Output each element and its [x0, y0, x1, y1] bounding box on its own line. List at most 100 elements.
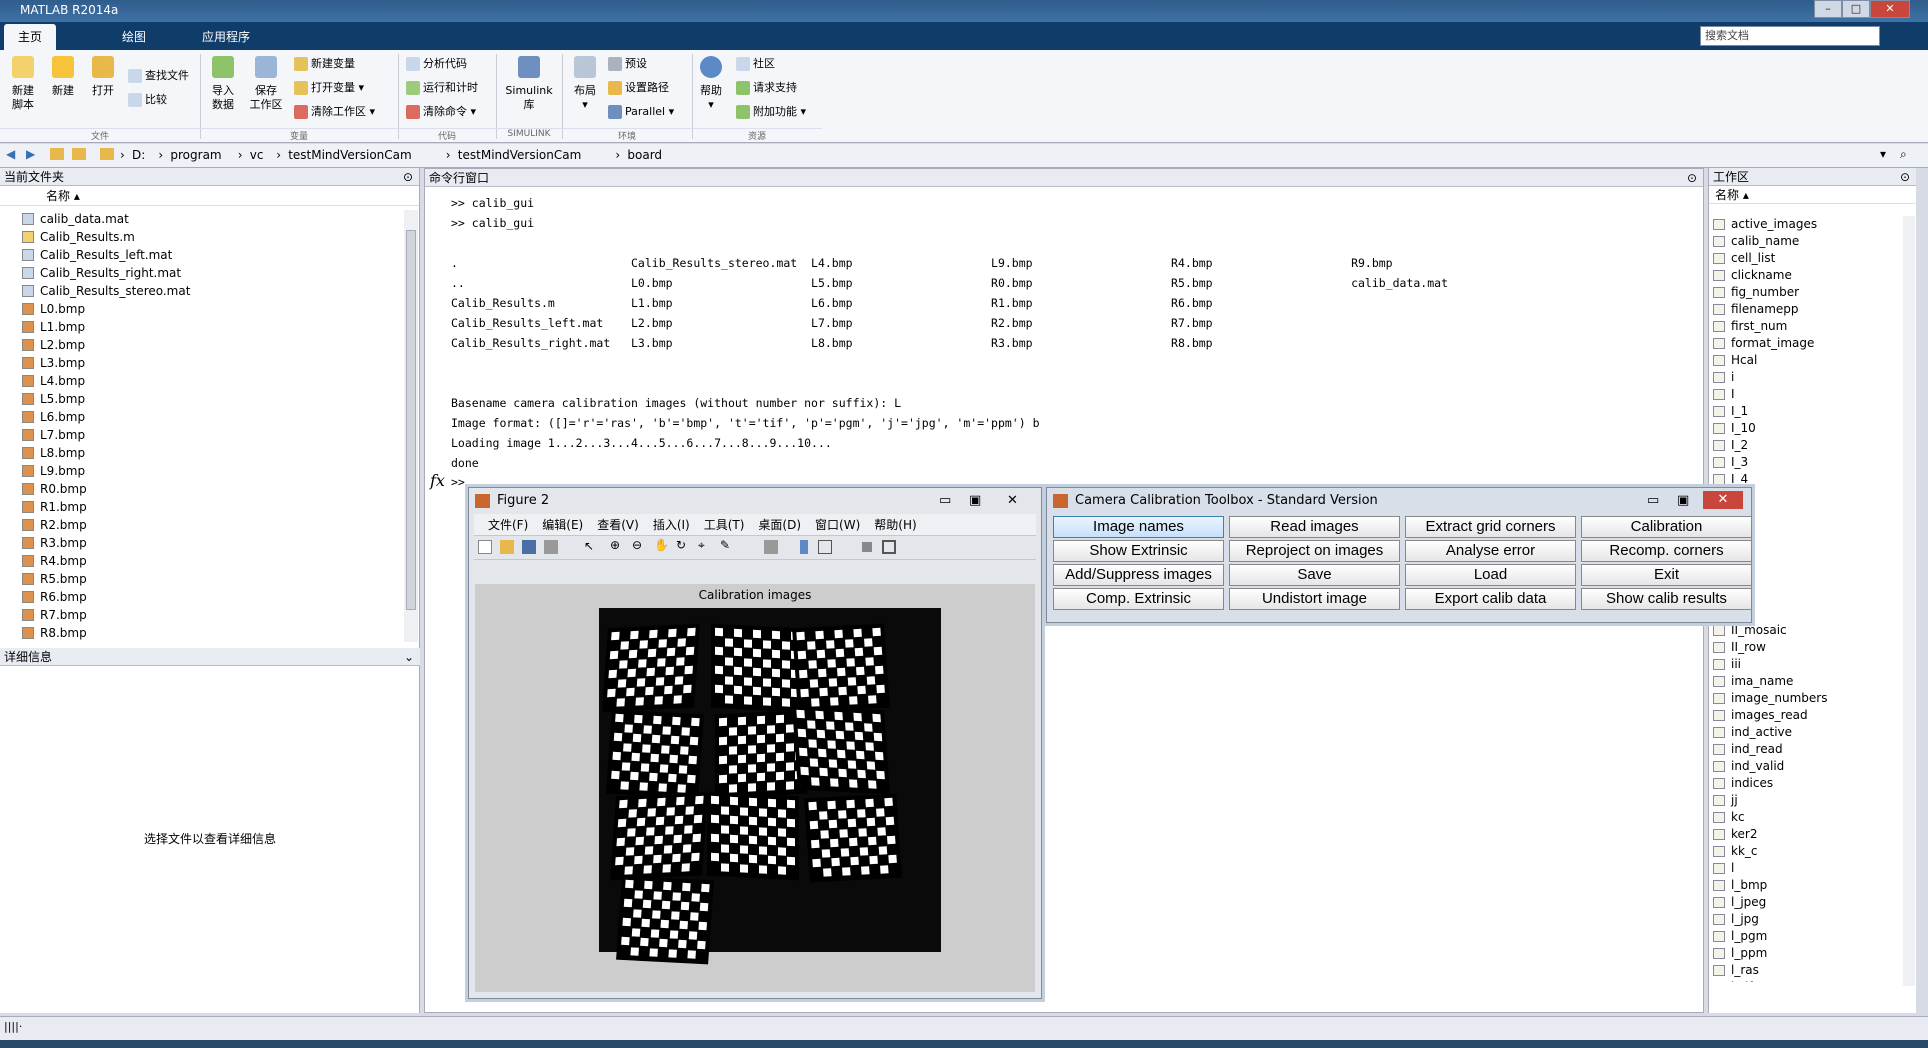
workspace-variable[interactable]: l_ras — [1709, 962, 1901, 979]
file-item[interactable]: R8.bmp — [0, 624, 400, 642]
panel-menu-icon[interactable]: ⊙ — [403, 168, 413, 186]
simulink-library-button[interactable]: Simulink 库 — [504, 56, 554, 112]
workspace-variable[interactable]: kc — [1709, 809, 1901, 826]
import-data-button[interactable]: 导入 数据 — [206, 56, 240, 112]
command-prompt[interactable]: >> — [451, 475, 465, 489]
toolbox-button-undistort-image[interactable]: Undistort image — [1229, 588, 1400, 610]
breadcrumb-separator-icon[interactable]: › — [158, 148, 163, 162]
forward-icon[interactable]: ▶ — [26, 147, 35, 161]
set-path-button[interactable]: 设置路径 — [608, 78, 669, 98]
open-variable-button[interactable]: 打开变量 ▾ — [294, 78, 364, 98]
toolbox-button-show-calib-results[interactable]: Show calib results — [1581, 588, 1752, 610]
link-icon[interactable] — [764, 540, 778, 554]
minimize-icon[interactable]: ▭ — [939, 488, 951, 514]
search-docs-input[interactable]: 搜索文档 — [1700, 26, 1880, 46]
figure-menu-item[interactable]: 文件(F) — [488, 518, 528, 532]
fx-icon[interactable]: fx — [430, 471, 445, 490]
tab-apps[interactable]: 应用程序 — [188, 24, 264, 50]
workspace-variable[interactable]: first_num — [1709, 318, 1901, 335]
workspace-variable[interactable]: l — [1709, 860, 1901, 877]
chevron-down-icon[interactable]: ⌄ — [404, 648, 414, 666]
zoom-out-icon[interactable]: ⊖ — [632, 538, 642, 552]
breadcrumb-separator-icon[interactable]: › — [615, 148, 620, 162]
print-icon[interactable] — [544, 540, 558, 554]
breadcrumb-item[interactable]: D: — [132, 148, 145, 162]
find-files-button[interactable]: 查找文件 — [128, 66, 189, 86]
figure-window[interactable]: Figure 2 ▭ ▣ ✕ 文件(F) 编辑(E) 查看(V) 插入(I) 工具(T)… — [468, 487, 1042, 999]
figure-menu-item[interactable]: 查看(V) — [597, 518, 639, 532]
scrollbar[interactable] — [1903, 216, 1915, 986]
compare-button[interactable]: 比较 — [128, 90, 167, 110]
maximize-icon[interactable]: ▣ — [969, 488, 981, 514]
maximize-icon[interactable]: ▣ — [1677, 488, 1689, 514]
close-icon[interactable]: ✕ — [1703, 491, 1743, 509]
file-item[interactable]: L0.bmp — [0, 300, 400, 318]
workspace-variable[interactable]: ker2 — [1709, 826, 1901, 843]
workspace-variable[interactable]: ind_read — [1709, 741, 1901, 758]
workspace-variable[interactable]: I_3 — [1709, 454, 1901, 471]
file-item[interactable]: L5.bmp — [0, 390, 400, 408]
toolbox-button-show-extrinsic[interactable]: Show Extrinsic — [1053, 540, 1224, 562]
file-item[interactable]: L4.bmp — [0, 372, 400, 390]
file-item[interactable]: L9.bmp — [0, 462, 400, 480]
toolbox-button-load[interactable]: Load — [1405, 564, 1576, 586]
workspace-variable[interactable]: kk_c — [1709, 843, 1901, 860]
file-item[interactable]: L3.bmp — [0, 354, 400, 372]
save-icon[interactable] — [522, 540, 536, 554]
calibration-toolbox-window[interactable]: Camera Calibration Toolbox - Standard Ve… — [1046, 487, 1752, 623]
scrollbar[interactable] — [404, 210, 418, 642]
workspace-variable[interactable]: l_jpeg — [1709, 894, 1901, 911]
breadcrumb-separator-icon[interactable]: › — [276, 148, 281, 162]
back-icon[interactable]: ◀ — [6, 147, 15, 161]
file-item[interactable]: calib_data.mat — [0, 210, 400, 228]
pointer-icon[interactable]: ↖ — [584, 539, 594, 553]
toolbox-button-comp-extrinsic[interactable]: Comp. Extrinsic — [1053, 588, 1224, 610]
workspace-variable[interactable]: II_row — [1709, 639, 1901, 656]
minimize-icon[interactable]: ▭ — [1647, 488, 1659, 514]
community-button[interactable]: 社区 — [736, 54, 775, 74]
figure-menu-item[interactable]: 窗口(W) — [815, 518, 860, 532]
layout-button[interactable]: 布局 ▾ — [568, 56, 602, 112]
toolbox-button-reproject-on-images[interactable]: Reproject on images — [1229, 540, 1400, 562]
run-and-time-button[interactable]: 运行和计时 — [406, 78, 478, 98]
file-item[interactable]: R2.bmp — [0, 516, 400, 534]
save-workspace-button[interactable]: 保存 工作区 — [246, 56, 286, 112]
browse-folder-icon[interactable] — [72, 148, 86, 160]
workspace-variable[interactable]: jj — [1709, 792, 1901, 809]
show-plot-tools-icon[interactable] — [882, 540, 896, 554]
toolbox-button-read-images[interactable]: Read images — [1229, 516, 1400, 538]
plot-area[interactable]: Calibration images — [475, 584, 1035, 992]
workspace-variable[interactable]: format_image — [1709, 335, 1901, 352]
up-folder-icon[interactable] — [50, 148, 64, 160]
workspace-variable[interactable]: l_pgm — [1709, 928, 1901, 945]
workspace-variable[interactable]: fig_number — [1709, 284, 1901, 301]
workspace-variable[interactable]: I_1 — [1709, 403, 1901, 420]
file-item[interactable]: Calib_Results_right.mat — [0, 264, 400, 282]
toolbox-button-exit[interactable]: Exit — [1581, 564, 1752, 586]
new-script-button[interactable]: 新建 脚本 — [6, 56, 40, 112]
minimize-icon[interactable]: – — [1814, 0, 1842, 18]
file-item[interactable]: Calib_Results_left.mat — [0, 246, 400, 264]
file-item[interactable]: Calib_Results_stereo.mat — [0, 282, 400, 300]
open-file-icon[interactable] — [500, 540, 514, 554]
new-variable-button[interactable]: 新建变量 — [294, 54, 355, 74]
workspace-variable[interactable]: active_images — [1709, 216, 1901, 233]
workspace-variable[interactable]: II_mosaic — [1709, 622, 1901, 639]
file-item[interactable]: R5.bmp — [0, 570, 400, 588]
toolbox-button-export-calib-data[interactable]: Export calib data — [1405, 588, 1576, 610]
figure-menu-item[interactable]: 帮助(H) — [874, 518, 916, 532]
column-header-name[interactable]: 名称 ▴ — [0, 186, 419, 206]
workspace-variable[interactable]: ind_active — [1709, 724, 1901, 741]
toolbox-button-extract-grid-corners[interactable]: Extract grid corners — [1405, 516, 1576, 538]
workspace-variable[interactable]: I — [1709, 386, 1901, 403]
search-folder-icon[interactable]: ⌕ — [1900, 147, 1907, 162]
workspace-variable[interactable]: l_jpg — [1709, 911, 1901, 928]
file-item[interactable]: R7.bmp — [0, 606, 400, 624]
clear-workspace-button[interactable]: 清除工作区 ▾ — [294, 102, 375, 122]
workspace-variable[interactable]: I_10 — [1709, 420, 1901, 437]
panel-menu-icon[interactable]: ⊙ — [1687, 169, 1697, 187]
workspace-variable[interactable]: ind_valid — [1709, 758, 1901, 775]
file-item[interactable]: L7.bmp — [0, 426, 400, 444]
figure-menu-item[interactable]: 桌面(D) — [758, 518, 801, 532]
scrollbar-thumb[interactable] — [406, 230, 416, 610]
